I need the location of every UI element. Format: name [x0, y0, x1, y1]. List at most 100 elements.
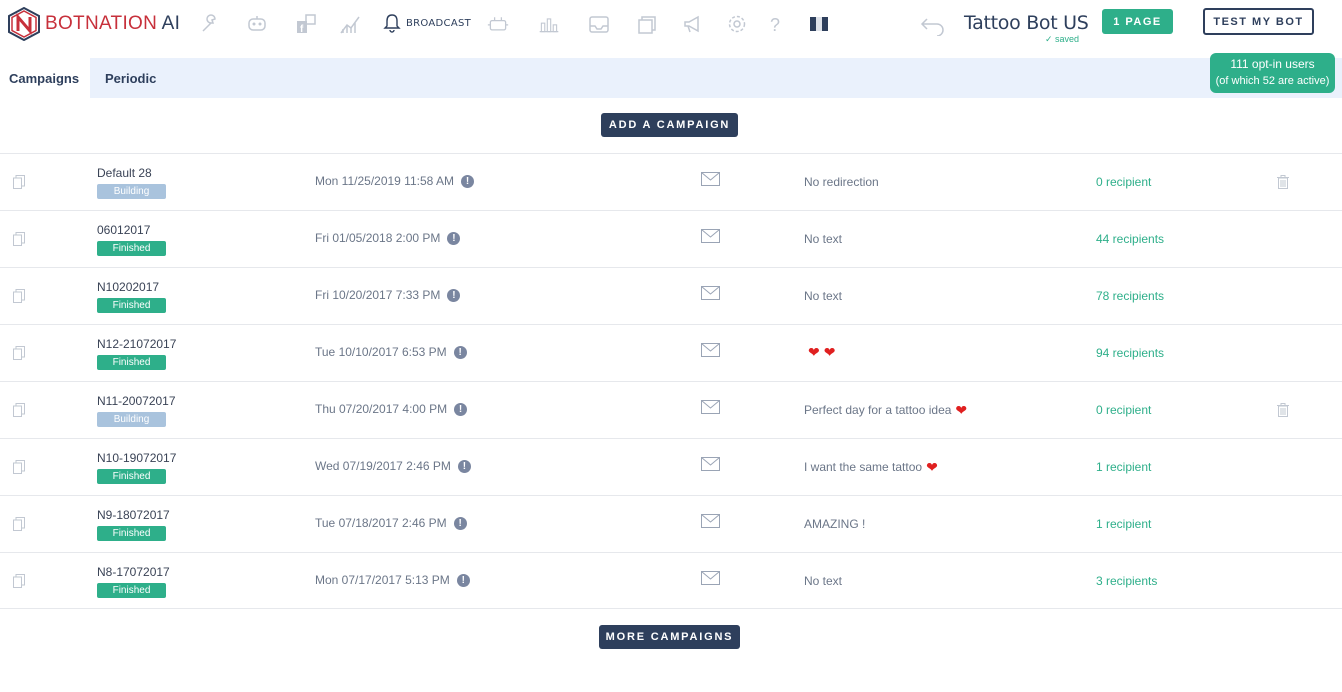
heart-icon: ❤: [823, 344, 836, 360]
status-badge: Building: [97, 184, 166, 199]
cards-icon[interactable]: [636, 12, 660, 36]
info-icon[interactable]: !: [453, 516, 467, 530]
campaign-date: Mon 11/25/2019 11:58 AM!: [315, 174, 474, 188]
facebook-pages-icon[interactable]: f: [294, 12, 318, 36]
undo-icon[interactable]: [919, 12, 947, 36]
info-icon[interactable]: !: [453, 345, 467, 359]
copy-icon[interactable]: [13, 289, 25, 303]
help-icon[interactable]: ?: [764, 12, 788, 36]
stats-icon[interactable]: [536, 12, 562, 36]
campaign-message: No text: [804, 232, 843, 246]
mail-icon[interactable]: [701, 457, 720, 471]
campaign-row[interactable]: N11-20072017 Building Thu 07/20/2017 4:00 …: [0, 381, 1342, 438]
campaign-message: No redirection: [804, 175, 879, 189]
recipients-link[interactable]: 0 recipient: [1096, 175, 1151, 189]
megaphone-icon[interactable]: [681, 12, 705, 36]
analytics-icon[interactable]: [338, 12, 362, 36]
status-badge: Finished: [97, 241, 166, 256]
recipients-link[interactable]: 1 recipient: [1096, 460, 1151, 474]
copy-icon[interactable]: [13, 517, 25, 531]
bell-icon: [383, 14, 401, 33]
heart-icon: ❤: [955, 402, 968, 418]
mail-icon[interactable]: [701, 514, 720, 528]
campaign-message: AMAZING !: [804, 517, 866, 531]
trash-icon[interactable]: [1277, 175, 1289, 189]
tabs-bar: Campaigns Periodic: [0, 58, 1342, 98]
status-badge: Finished: [97, 526, 166, 541]
recipients-link[interactable]: 78 recipients: [1096, 289, 1164, 303]
info-icon[interactable]: !: [461, 174, 474, 188]
recipients-link[interactable]: 44 recipients: [1096, 232, 1164, 246]
campaign-row[interactable]: N10-19072017 Finished Wed 07/19/2017 2:46 …: [0, 438, 1342, 495]
copy-icon[interactable]: [13, 232, 25, 246]
recipients-link[interactable]: 0 recipient: [1096, 403, 1151, 417]
status-badge: Finished: [97, 469, 166, 484]
campaign-date: Tue 10/10/2017 6:53 PM!: [315, 345, 467, 359]
add-campaign-button[interactable]: ADD A CAMPAIGN: [601, 113, 738, 137]
info-icon[interactable]: !: [447, 288, 461, 302]
campaign-row[interactable]: N12-21072017 Finished Tue 10/10/2017 6:53 …: [0, 324, 1342, 381]
mail-icon[interactable]: [701, 571, 720, 585]
copy-icon[interactable]: [13, 574, 25, 588]
copy-icon[interactable]: [13, 460, 25, 474]
campaign-date: Tue 07/18/2017 2:46 PM!: [315, 516, 467, 530]
wrench-icon[interactable]: [198, 12, 222, 36]
mail-icon[interactable]: [701, 172, 720, 186]
info-icon[interactable]: !: [456, 573, 470, 587]
campaign-name[interactable]: N11-20072017: [97, 394, 176, 408]
recipients-link[interactable]: 1 recipient: [1096, 517, 1151, 531]
campaign-name[interactable]: N10202017: [97, 280, 159, 294]
campaign-name[interactable]: 06012017: [97, 223, 150, 237]
tab-periodic[interactable]: Periodic: [96, 58, 165, 98]
campaign-row[interactable]: N10202017 Finished Fri 10/20/2017 7:33 PM!…: [0, 267, 1342, 324]
campaign-name[interactable]: N12-21072017: [97, 337, 176, 351]
info-icon[interactable]: !: [447, 231, 461, 245]
campaign-date: Thu 07/20/2017 4:00 PM!: [315, 402, 468, 416]
campaign-date: Wed 07/19/2017 2:46 PM!: [315, 459, 471, 473]
campaign-date: Fri 01/05/2018 2:00 PM!: [315, 231, 461, 245]
campaign-row[interactable]: N9-18072017 Finished Tue 07/18/2017 2:46 P…: [0, 495, 1342, 552]
logo[interactable]: BOTNATION AI: [8, 7, 180, 41]
flag-icon[interactable]: [807, 12, 831, 36]
status-badge: Finished: [97, 583, 166, 598]
optin-users-badge: 111 opt-in users (of which 52 are active…: [1210, 53, 1335, 93]
copy-icon[interactable]: [13, 346, 25, 360]
mail-icon[interactable]: [701, 343, 720, 357]
campaign-name[interactable]: N9-18072017: [97, 508, 170, 522]
heart-icon: ❤: [926, 459, 938, 475]
campaign-name[interactable]: N10-19072017: [97, 451, 176, 465]
broadcast-label: BROADCAST: [406, 17, 472, 29]
copy-icon[interactable]: [13, 403, 25, 417]
recipients-link[interactable]: 3 recipients: [1096, 574, 1157, 588]
more-campaigns-button[interactable]: MORE CAMPAIGNS: [599, 625, 740, 649]
info-icon[interactable]: !: [457, 459, 471, 473]
campaign-message: ❤ ❤: [804, 344, 836, 360]
top-bar: BOTNATION AI f BROADCAST ? Tattoo Bot US…: [0, 0, 1342, 48]
mail-icon[interactable]: [701, 400, 720, 414]
robot-face-icon[interactable]: [245, 12, 269, 36]
mail-icon[interactable]: [701, 229, 720, 243]
optin-count: 111 opt-in users: [1230, 57, 1315, 71]
inbox-icon[interactable]: [587, 12, 611, 36]
campaign-row[interactable]: Default 28 Building Mon 11/25/2019 11:58 A…: [0, 153, 1342, 210]
campaign-date: Fri 10/20/2017 7:33 PM!: [315, 288, 461, 302]
info-icon[interactable]: !: [454, 402, 468, 416]
campaign-name[interactable]: N8-17072017: [97, 565, 170, 579]
gear-icon[interactable]: [725, 12, 749, 36]
mail-icon[interactable]: [701, 286, 720, 300]
broadcast-nav[interactable]: BROADCAST: [383, 13, 471, 33]
status-badge: Finished: [97, 298, 166, 313]
pages-button[interactable]: 1 PAGE: [1102, 9, 1173, 34]
campaign-message: No text: [804, 289, 843, 303]
copy-icon[interactable]: [13, 175, 25, 189]
plugins-icon[interactable]: [485, 12, 511, 36]
recipients-link[interactable]: 94 recipients: [1096, 346, 1164, 360]
status-badge: Finished: [97, 355, 166, 370]
tab-campaigns[interactable]: Campaigns: [0, 58, 90, 98]
campaign-row[interactable]: 06012017 Finished Fri 01/05/2018 2:00 PM! N…: [0, 210, 1342, 267]
trash-icon[interactable]: [1277, 403, 1289, 417]
campaign-name[interactable]: Default 28: [97, 166, 152, 180]
campaign-row[interactable]: N8-17072017 Finished Mon 07/17/2017 5:13 P…: [0, 552, 1342, 609]
test-my-bot-button[interactable]: TEST MY BOT: [1203, 8, 1314, 35]
svg-text:?: ?: [770, 15, 780, 35]
